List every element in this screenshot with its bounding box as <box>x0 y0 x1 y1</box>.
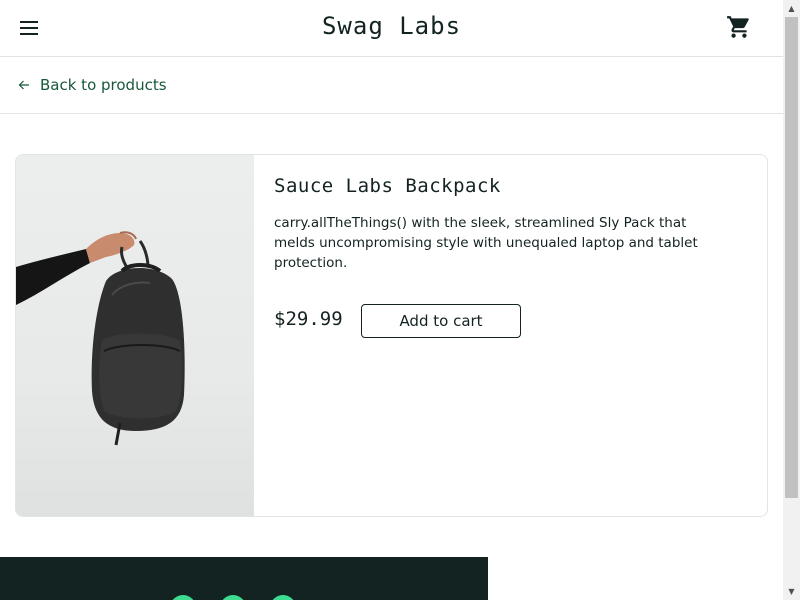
add-to-cart-button[interactable]: Add to cart <box>361 304 521 338</box>
primary-header: Swag Labs <box>0 0 783 57</box>
product-price: $29.99 <box>274 308 343 330</box>
twitter-icon[interactable] <box>170 595 196 600</box>
linkedin-icon[interactable] <box>270 595 296 600</box>
scrollbar-thumb[interactable] <box>785 17 798 498</box>
scroll-down-arrow-icon[interactable]: ▼ <box>783 583 800 600</box>
shopping-cart-icon-svg <box>727 16 749 38</box>
product-detail-card: Sauce Labs Backpack carry.allTheThings()… <box>15 154 768 517</box>
page-content: Swag Labs Back to products Sauce Labs Ba… <box>0 0 783 600</box>
vertical-scrollbar[interactable]: ▲ ▼ <box>783 0 800 600</box>
backpack-photo <box>16 231 185 446</box>
footer <box>0 557 488 600</box>
browser-viewport: Swag Labs Back to products Sauce Labs Ba… <box>0 0 800 600</box>
app-logo: Swag Labs <box>321 12 462 40</box>
facebook-icon[interactable] <box>220 595 246 600</box>
product-description: carry.allTheThings() with the sleek, str… <box>274 215 698 271</box>
product-details: Sauce Labs Backpack carry.allTheThings()… <box>274 175 744 338</box>
scroll-up-arrow-icon[interactable]: ▲ <box>783 0 800 17</box>
back-to-products-button[interactable]: Back to products <box>18 75 167 95</box>
product-name: Sauce Labs Backpack <box>274 175 501 197</box>
back-to-products-label: Back to products <box>40 76 167 94</box>
product-image <box>16 155 254 516</box>
secondary-header: Back to products <box>0 57 783 114</box>
shopping-cart-icon[interactable] <box>726 14 752 40</box>
arrow-left-icon <box>18 80 29 90</box>
price-row: $29.99 Add to cart <box>274 304 744 340</box>
